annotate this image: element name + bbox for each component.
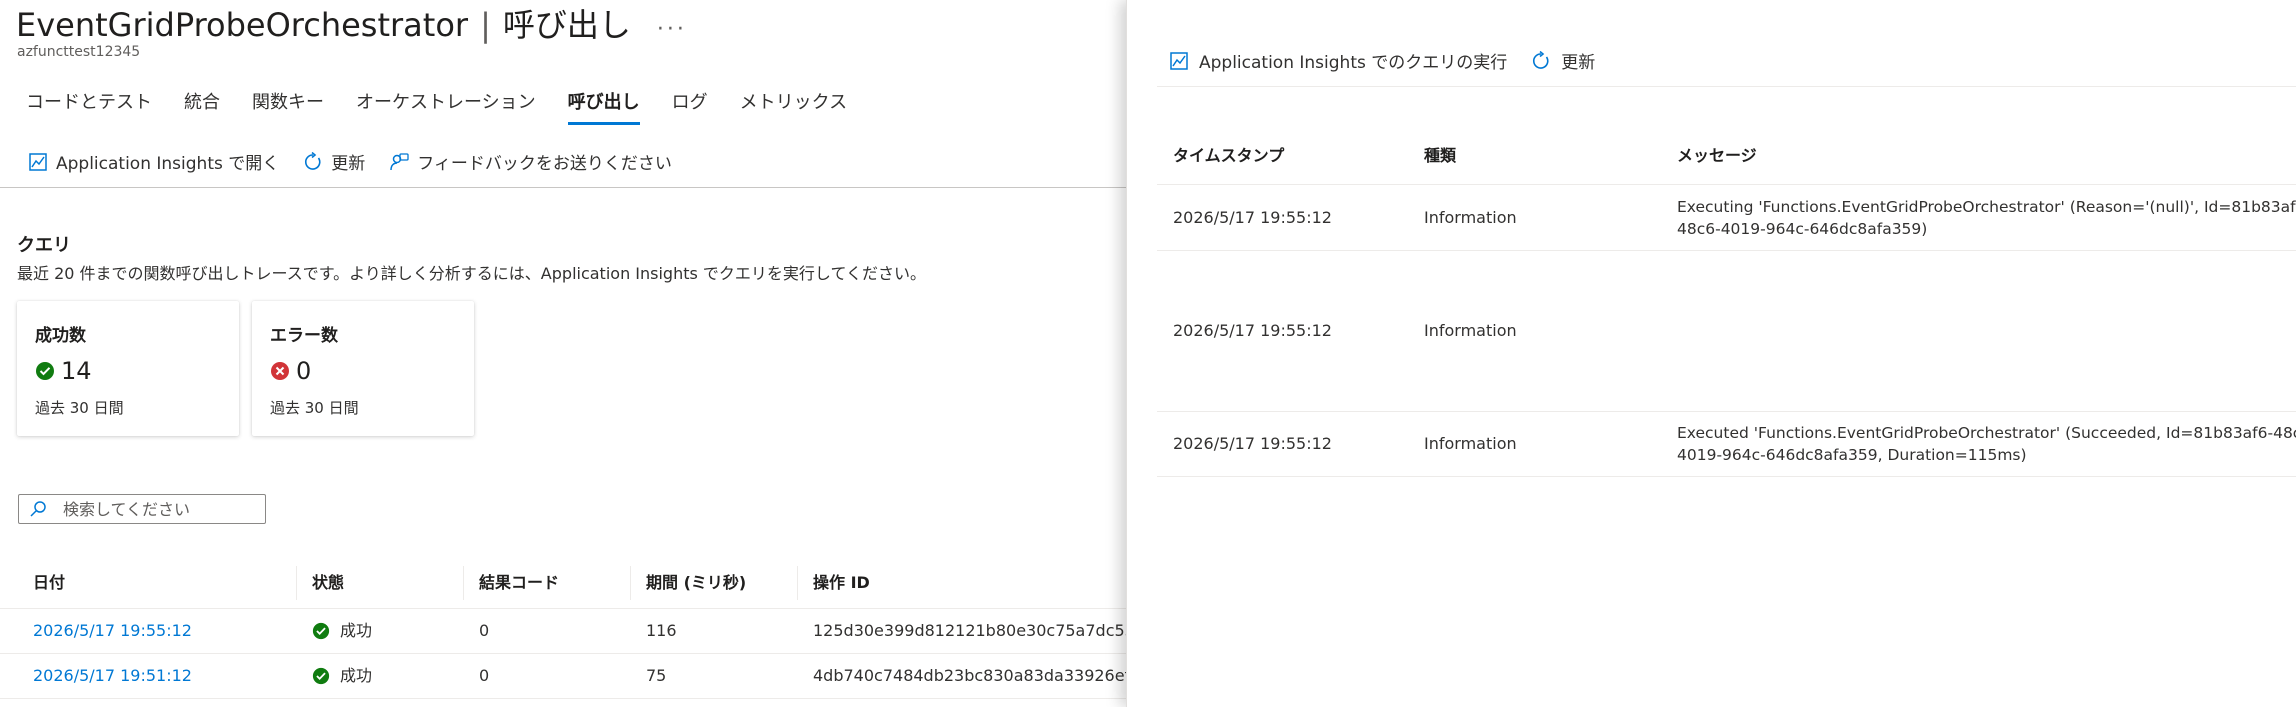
invocation-status-label: 成功 bbox=[340, 666, 373, 685]
refresh-label: 更新 bbox=[331, 154, 366, 174]
invocation-date-link[interactable]: 2026/5/17 19:55:12 bbox=[18, 609, 192, 653]
details-refresh-label: 更新 bbox=[1561, 53, 1596, 73]
tab-invocations[interactable]: 呼び出し bbox=[567, 88, 640, 125]
tab-metrics[interactable]: メトリックス bbox=[740, 88, 847, 125]
invocation-operation-id: 4db740c7484db23bc830a83da33926ef bbox=[813, 666, 1130, 685]
tab-code-test[interactable]: コードとテスト bbox=[26, 88, 152, 125]
function-name: EventGridProbeOrchestrator bbox=[16, 6, 469, 44]
function-app-name: azfuncttest12345 bbox=[17, 44, 141, 60]
run-query-label: Application Insights でのクエリの実行 bbox=[1199, 53, 1508, 73]
trace-type: Information bbox=[1424, 434, 1517, 453]
tab-logs[interactable]: ログ bbox=[672, 88, 708, 125]
send-feedback-label: フィードバックをお送りください bbox=[417, 154, 672, 174]
invocation-duration: 75 bbox=[646, 666, 667, 685]
trace-message: Executing 'Functions.EventGridProbeOrche… bbox=[1677, 198, 2296, 238]
chart-icon bbox=[29, 152, 47, 171]
search-input[interactable] bbox=[61, 498, 255, 520]
query-description: 最近 20 件までの関数呼び出しトレースです。より詳しく分析するには、Appli… bbox=[17, 264, 926, 283]
error-count-period: 過去 30 日間 bbox=[270, 399, 359, 417]
error-count-value: 0 bbox=[296, 357, 312, 385]
column-header-result-code[interactable]: 結果コード bbox=[463, 566, 559, 600]
invocation-result-code: 0 bbox=[479, 621, 490, 640]
invocation-date-link[interactable]: 2026/5/17 19:51:12 bbox=[18, 654, 192, 698]
open-in-application-insights-label: Application Insights で開く bbox=[56, 154, 280, 174]
run-query-in-application-insights-button[interactable]: Application Insights でのクエリの実行 bbox=[1169, 48, 1507, 73]
trace-timestamp: 2026/5/17 19:55:12 bbox=[1173, 434, 1332, 453]
invocation-result-code: 0 bbox=[479, 666, 490, 685]
search-icon bbox=[30, 501, 46, 517]
refresh-button[interactable]: 更新 bbox=[303, 149, 365, 174]
details-command-bar: Application Insights でのクエリの実行 更新 bbox=[1169, 48, 1619, 73]
error-count-card: エラー数 0 過去 30 日間 bbox=[252, 301, 474, 436]
query-section-title: クエリ bbox=[17, 235, 71, 256]
page-title: EventGridProbeOrchestrator | 呼び出し ··· bbox=[16, 0, 687, 46]
command-bar: Application Insights で開く 更新 フィードバックをお送りく… bbox=[28, 149, 696, 174]
success-count-period: 過去 30 日間 bbox=[35, 399, 124, 417]
trace-grid-header: タイムスタンプ 種類 メッセージ bbox=[1157, 132, 2296, 185]
success-count-value-row: 14 bbox=[35, 357, 92, 385]
send-feedback-button[interactable]: フィードバックをお送りください bbox=[389, 149, 672, 174]
table-row[interactable]: 2026/5/17 19:55:12 Information Executed … bbox=[1157, 412, 2296, 477]
trace-message: Executed 'Functions.EventGridProbeOrches… bbox=[1677, 424, 2296, 464]
details-command-bar-divider bbox=[1157, 86, 2296, 87]
open-in-application-insights-button[interactable]: Application Insights で開く bbox=[28, 149, 279, 174]
section-name: 呼び出し bbox=[502, 6, 631, 44]
trace-type: Information bbox=[1424, 208, 1517, 227]
title-separator: | bbox=[480, 6, 491, 44]
invocation-status-label: 成功 bbox=[340, 621, 373, 640]
more-options-button[interactable]: ··· bbox=[657, 17, 687, 42]
success-count-value: 14 bbox=[61, 357, 92, 385]
error-x-icon bbox=[271, 362, 289, 380]
table-row[interactable]: 2026/5/17 19:55:12 Information bbox=[1157, 251, 2296, 412]
feedback-icon bbox=[390, 152, 409, 170]
success-check-icon bbox=[312, 622, 330, 640]
column-header-operation-id[interactable]: 操作 ID bbox=[797, 566, 870, 600]
tab-bar: コードとテスト 統合 関数キー オーケストレーション 呼び出し ログ メトリック… bbox=[26, 88, 879, 125]
table-row[interactable]: 2026/5/17 19:55:12 Information Executing… bbox=[1157, 185, 2296, 251]
column-header-status[interactable]: 状態 bbox=[296, 566, 344, 600]
success-check-icon bbox=[312, 667, 330, 685]
table-row[interactable]: 2026/5/17 19:55:12 成功 0 116 125d30e399d8… bbox=[0, 609, 1130, 654]
refresh-icon bbox=[1533, 50, 1549, 69]
success-count-card: 成功数 14 過去 30 日間 bbox=[17, 301, 239, 436]
chart-icon bbox=[1170, 51, 1188, 70]
invocation-details-panel: Application Insights でのクエリの実行 更新 タイムスタンプ… bbox=[1126, 0, 2296, 707]
trace-timestamp: 2026/5/17 19:55:12 bbox=[1173, 321, 1332, 340]
search-box[interactable] bbox=[18, 494, 266, 524]
column-header-duration[interactable]: 期間 (ミリ秒) bbox=[630, 566, 746, 600]
success-check-icon bbox=[36, 362, 54, 380]
invocations-grid-header: 日付 状態 結果コード 期間 (ミリ秒) 操作 ID bbox=[0, 556, 1130, 609]
column-header-date[interactable]: 日付 bbox=[18, 566, 65, 600]
details-refresh-button[interactable]: 更新 bbox=[1531, 48, 1595, 73]
invocation-duration: 116 bbox=[646, 621, 677, 640]
column-header-timestamp[interactable]: タイムスタンプ bbox=[1173, 142, 1284, 166]
trace-timestamp: 2026/5/17 19:55:12 bbox=[1173, 208, 1332, 227]
column-header-message[interactable]: メッセージ bbox=[1677, 142, 1757, 166]
error-count-label: エラー数 bbox=[270, 326, 338, 346]
function-blade: EventGridProbeOrchestrator | 呼び出し ··· azfun… bbox=[0, 0, 1130, 707]
table-row[interactable]: 2026/5/17 19:51:12 成功 0 75 4db740c7484db… bbox=[0, 654, 1130, 699]
refresh-icon bbox=[305, 151, 321, 170]
success-count-label: 成功数 bbox=[35, 326, 86, 346]
column-header-type[interactable]: 種類 bbox=[1424, 142, 1456, 166]
tab-integration[interactable]: 統合 bbox=[184, 88, 220, 125]
invocation-operation-id: 125d30e399d812121b80e30c75a7dc53 bbox=[813, 621, 1130, 640]
error-count-value-row: 0 bbox=[270, 357, 311, 385]
invocation-status: 成功 bbox=[297, 609, 372, 653]
tab-function-keys[interactable]: 関数キー bbox=[252, 88, 324, 125]
invocation-status: 成功 bbox=[297, 654, 372, 698]
tab-orchestration[interactable]: オーケストレーション bbox=[356, 88, 536, 125]
command-bar-divider bbox=[0, 187, 1130, 188]
trace-type: Information bbox=[1424, 321, 1517, 340]
